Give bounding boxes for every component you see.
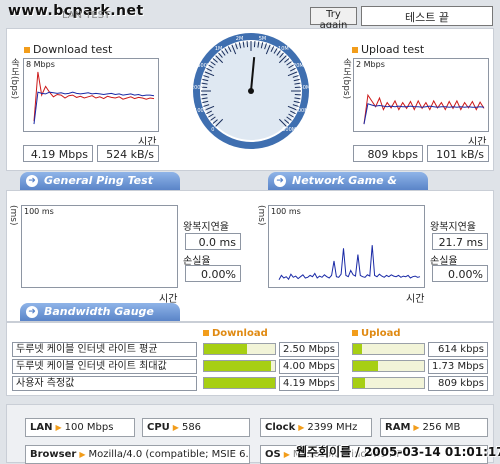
upload-ylabel: 속도(bps) (340, 58, 353, 99)
gauge-hub (248, 88, 254, 94)
bandwidth-download-fill (204, 361, 271, 371)
game-ylabel: (ms) (256, 205, 266, 225)
bandwidth-upload-value: 809 kbps (428, 376, 488, 391)
bandwidth-row-label: 사용자 측정값 (12, 376, 197, 391)
system-lan: LAN▶100 Mbps (25, 418, 135, 437)
game-latency-label: 왕복지연율 (430, 218, 476, 233)
bandwidth-download-header: Download (203, 328, 268, 339)
gauge-label: 500k (197, 63, 210, 69)
gauge-label: 5M (259, 36, 267, 42)
bandwidth-download-value: 2.50 Mbps (279, 342, 339, 357)
bandwidth-download-value: 4.00 Mbps (279, 359, 339, 374)
test-status: 테스트 끝 (361, 6, 493, 26)
gauge-label: 100M (295, 108, 309, 114)
gauge-label: 10M (278, 46, 289, 52)
download-title: Download test (24, 43, 112, 56)
bandwidth-download-value: 4.19 Mbps (279, 376, 339, 391)
bandwidth-upload-header: Upload (352, 328, 400, 339)
gauge-label: 2M (236, 36, 244, 42)
gauge-label: 100k (194, 108, 207, 114)
arrow-icon: ➜ (26, 306, 38, 318)
try-again-button[interactable]: Try again (310, 7, 357, 25)
speed-gauge: 0 100k 200k 500k 1M 2M 5M 10M 20M 50M 100M 500M (191, 31, 311, 151)
upload-kbs: 101 kB/s (427, 145, 489, 162)
ping-latency-value: 0.0 ms (185, 233, 241, 250)
bandwidth-upload-fill (353, 344, 362, 354)
system-cpu: CPU▶586 (142, 418, 250, 437)
download-ylabel: 속도(bps) (8, 58, 21, 99)
upload-graph: 2 Mbps (353, 58, 489, 132)
game-loss-value: 0.00% (432, 265, 488, 282)
series-line-red (364, 95, 484, 124)
tab-network-game[interactable]: ➜Network Game & VoIP Test (268, 172, 428, 190)
ping-scale: 100 ms (24, 207, 54, 216)
ping-graph: 100 ms (21, 205, 178, 288)
download-graph: 8 Mbps (23, 58, 159, 132)
bandwidth-upload-fill (353, 361, 378, 371)
bandwidth-upload-fill (353, 378, 365, 388)
system-browser: Browser▶Mozilla/4.0 (compatible; MSIE 6.… (25, 445, 250, 464)
gauge-label: 1M (215, 46, 223, 52)
tab-bandwidth-gauge[interactable]: ➜Bandwidth Gauge (20, 303, 180, 321)
game-graph: 100 ms (268, 205, 425, 288)
gauge-label: 20M (293, 63, 304, 69)
gauge-label: 500M (282, 127, 296, 133)
bandwidth-upload-value: 614 kbps (428, 342, 488, 357)
game-latency-value: 21.7 ms (432, 233, 488, 250)
series-line-red (34, 72, 154, 121)
bandwidth-row-label: 두루넷 케이블 인터넷 라이트 최대값 (12, 359, 197, 374)
bandwidth-upload-bar (352, 360, 425, 372)
ping-ylabel: (ms) (8, 205, 18, 225)
system-ram: RAM▶256 MB (380, 418, 488, 437)
arrow-icon: ➜ (274, 175, 286, 187)
lan-test-label: LAN TEST (62, 10, 110, 21)
bandwidth-download-bar (203, 377, 276, 389)
upload-kbps: 809 kbps (353, 145, 423, 162)
download-kbs: 524 kB/s (97, 145, 159, 162)
game-xlabel: 시간 (406, 290, 424, 305)
bandwidth-upload-bar (352, 377, 425, 389)
gauge-label: 200k (191, 85, 203, 91)
tab-general-ping[interactable]: ➜General Ping Test (20, 172, 180, 190)
ping-latency-label: 왕복지연율 (183, 218, 229, 233)
bandwidth-row-label: 두루넷 케이블 인터넷 라이트 평균 (12, 342, 197, 357)
upload-title: Upload test (352, 43, 424, 56)
system-clock: Clock▶2399 MHz (260, 418, 372, 437)
bandwidth-download-bar (203, 343, 276, 355)
bandwidth-download-fill (204, 344, 247, 354)
arrow-icon: ➜ (26, 175, 38, 187)
bandwidth-download-fill (204, 378, 275, 388)
footer-stamp: 웹주회이를 / 2005-03-14 01:01:17 (296, 443, 500, 460)
gauge-label: 0 (211, 127, 214, 133)
bandwidth-download-bar (203, 360, 276, 372)
ping-loss-value: 0.00% (185, 265, 241, 282)
download-mbps: 4.19 Mbps (23, 145, 93, 162)
bandwidth-upload-bar (352, 343, 425, 355)
gauge-label: 50M (300, 85, 311, 91)
series-line-ping (279, 245, 420, 280)
bandwidth-upload-value: 1.73 Mbps (428, 359, 488, 374)
